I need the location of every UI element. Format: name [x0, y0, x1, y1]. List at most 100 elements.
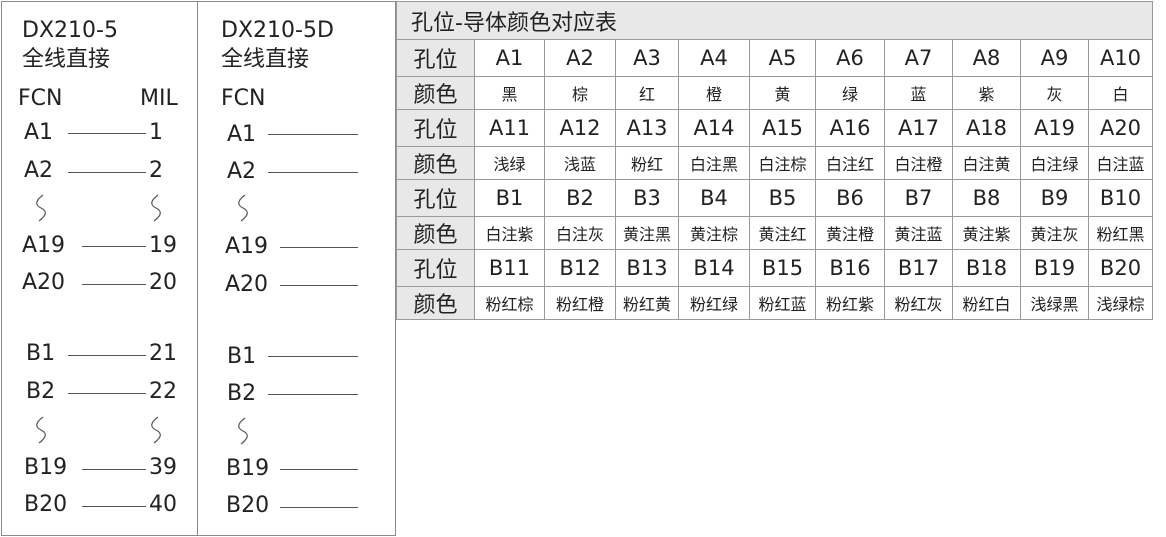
position-cell: A20	[1088, 109, 1153, 147]
left-pin-to: 22	[149, 379, 177, 404]
color-mapping-table: 孔位-导体颜色对应表 孔位 A1 A2 A3 A4 A5 A6 A7 A8 A9 A10 颜色黑棕红橙…	[396, 1, 1153, 320]
mid-model-title: DX210-5D	[221, 18, 334, 43]
mid-pin-from: A20	[225, 272, 269, 297]
color-cell: 白注绿	[1020, 146, 1089, 180]
position-cell: A13	[615, 109, 679, 147]
position-cell: A16	[815, 109, 885, 147]
mid-pin-from: A19	[225, 234, 269, 259]
color-mapping-table-wrap: 孔位-导体颜色对应表 孔位 A1 A2 A3 A4 A5 A6 A7 A8 A9 A10 颜色黑棕红橙…	[396, 1, 1153, 320]
color-cell: 白	[1088, 76, 1153, 110]
left-pin-to: 1	[149, 120, 163, 145]
mid-pin-from: B2	[227, 381, 257, 406]
left-pin-to: 21	[149, 341, 177, 366]
position-cell: A11	[474, 109, 545, 147]
color-cell: 白注蓝	[1088, 146, 1153, 180]
left-pin-from: B20	[24, 492, 68, 517]
position-cell: A2	[544, 39, 616, 77]
continuation-squiggle-icon	[36, 194, 46, 222]
color-cell: 黄注紫	[952, 216, 1021, 250]
mid-pin-from: A1	[227, 122, 257, 147]
wire-line	[268, 356, 358, 357]
color-cell: 粉红	[615, 146, 679, 180]
position-cell: A4	[678, 39, 750, 77]
left-pin-from: A1	[24, 120, 54, 145]
position-cell: B11	[474, 249, 545, 287]
color-cell: 粉红黑	[1088, 216, 1153, 250]
color-cell: 浅蓝	[544, 146, 616, 180]
color-cell: 粉红紫	[815, 286, 885, 320]
wire-line	[268, 394, 358, 395]
mid-header-fcn: FCN	[221, 86, 266, 111]
color-row-label: 颜色	[396, 216, 475, 250]
position-cell: B6	[815, 179, 885, 217]
mid-pin-from: A2	[227, 159, 257, 184]
position-cell: A10	[1088, 39, 1153, 77]
wire-line	[280, 507, 358, 508]
color-row-label: 颜色	[396, 146, 475, 180]
table-title: 孔位-导体颜色对应表	[396, 1, 1153, 40]
color-cell: 蓝	[884, 76, 953, 110]
color-cell: 粉红棕	[474, 286, 545, 320]
left-pin-from: A20	[22, 270, 66, 295]
wire-line	[68, 133, 146, 134]
position-cell: B8	[952, 179, 1021, 217]
position-cell: A15	[749, 109, 816, 147]
position-row-label: 孔位	[396, 249, 475, 287]
color-cell: 橙	[678, 76, 750, 110]
wire-line	[268, 172, 358, 173]
wire-line	[268, 134, 358, 135]
continuation-squiggle-icon	[238, 194, 248, 222]
color-cell: 黑	[474, 76, 545, 110]
left-pin-from: B2	[26, 379, 56, 404]
color-row-label: 颜色	[396, 286, 475, 320]
continuation-squiggle-icon	[238, 417, 248, 445]
position-cell: B1	[474, 179, 545, 217]
left-pin-from: A2	[24, 158, 54, 183]
position-cell: B16	[815, 249, 885, 287]
position-cell: B14	[678, 249, 750, 287]
color-cell: 粉红橙	[544, 286, 616, 320]
position-cell: A19	[1020, 109, 1089, 147]
wire-line	[280, 247, 358, 248]
color-row: 颜色 粉红棕 粉红橙 粉红黄 粉红绿 粉红蓝 粉红紫 粉红灰 粉红白 浅绿黑 浅绿棕	[396, 286, 1153, 320]
position-row: 孔位 B1 B2 B3 B4 B5 B6 B7 B8 B9 B10	[396, 179, 1153, 217]
left-pin-from: A19	[22, 233, 66, 258]
color-cell: 黄注红	[749, 216, 816, 250]
color-cell: 白注红	[815, 146, 885, 180]
color-cell: 粉红蓝	[749, 286, 816, 320]
position-cell: B17	[884, 249, 953, 287]
color-cell: 棕	[544, 76, 616, 110]
wire-line	[280, 469, 358, 470]
position-cell: A14	[678, 109, 750, 147]
left-pin-from: B19	[24, 455, 68, 480]
wire-line	[68, 355, 146, 356]
color-cell: 黄注橙	[815, 216, 885, 250]
color-cell: 粉红绿	[678, 286, 750, 320]
position-cell: B19	[1020, 249, 1089, 287]
position-cell: B10	[1088, 179, 1153, 217]
position-cell: B2	[544, 179, 616, 217]
wire-line	[82, 469, 146, 470]
color-row: 颜色 浅绿 浅蓝 粉红 白注黑 白注棕 白注红 白注橙 白注黄 白注绿 白注蓝	[396, 146, 1153, 180]
color-cell: 白注灰	[544, 216, 616, 250]
position-cell: A6	[815, 39, 885, 77]
position-cell: A8	[952, 39, 1021, 77]
position-cell: A17	[884, 109, 953, 147]
color-cell: 白注橙	[884, 146, 953, 180]
wire-line	[280, 285, 358, 286]
position-row: 孔位 B11 B12 B13 B14 B15 B16 B17 B18 B19 B20	[396, 249, 1153, 287]
position-cell: A12	[544, 109, 616, 147]
position-cell: B3	[615, 179, 679, 217]
wire-line	[82, 506, 146, 507]
mid-pin-from: B1	[227, 344, 257, 369]
wire-line	[68, 172, 146, 173]
color-cell: 白注黑	[678, 146, 750, 180]
position-cell: B5	[749, 179, 816, 217]
color-cell: 白注棕	[749, 146, 816, 180]
color-cell: 紫	[952, 76, 1021, 110]
position-cell: B7	[884, 179, 953, 217]
continuation-squiggle-icon	[36, 416, 46, 444]
color-cell: 黄注灰	[1020, 216, 1089, 250]
color-row-label: 颜色	[396, 76, 475, 110]
left-pin-from: B1	[26, 341, 56, 366]
